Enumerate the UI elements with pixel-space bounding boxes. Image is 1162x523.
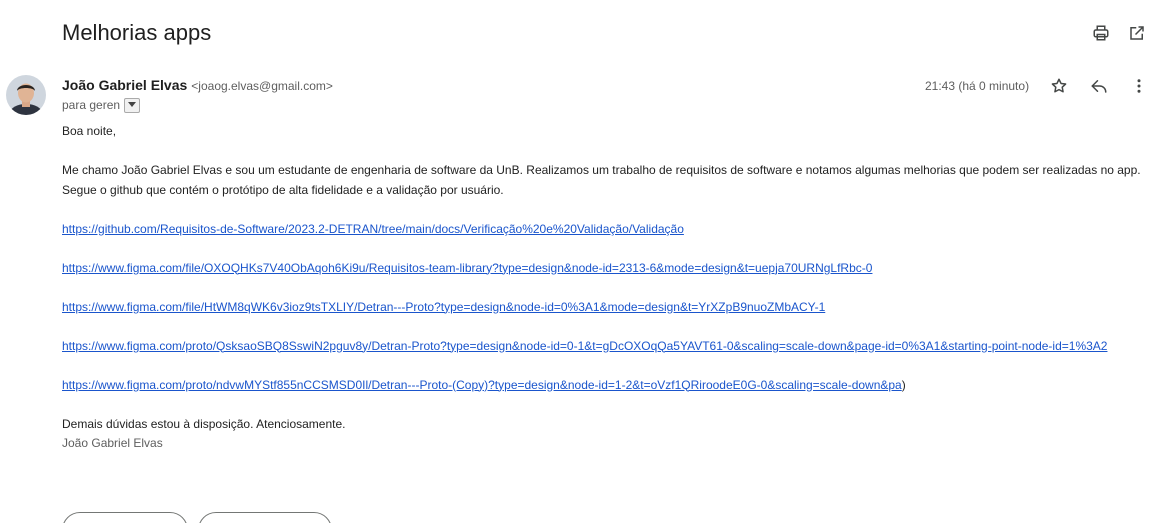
sender-name[interactable]: João Gabriel Elvas [62,77,187,93]
email-view: Melhorias apps João Gabriel Elvas <joaog… [0,0,1162,523]
sender-email: <joaog.elvas@gmail.com> [191,79,333,93]
link-figma-proto-copy[interactable]: https://www.figma.com/proto/ndvwMYStf855… [62,378,902,392]
recipient-line: para geren [62,97,141,113]
link-suffix: ) [901,377,906,392]
closing-text: Demais dúvidas estou à disposição. Atenc… [62,416,346,431]
link-paragraph: https://www.figma.com/file/OXOQHKs7V40Ob… [62,259,1142,279]
more-vertical-icon[interactable] [1128,75,1150,97]
print-icon[interactable] [1090,22,1112,44]
chevron-down-icon[interactable] [124,97,141,113]
reply-icon[interactable] [1088,75,1110,97]
email-body: Boa noite, Me chamo João Gabriel Elvas e… [62,122,1142,454]
link-paragraph: https://www.figma.com/file/HtWM8qWK6v3io… [62,298,1142,318]
reply-button[interactable] [62,512,188,523]
link-paragraph: https://www.figma.com/proto/ndvwMYStf855… [62,376,1142,396]
avatar[interactable] [6,75,46,115]
message-actions [1048,75,1150,97]
link-figma-proto[interactable]: https://www.figma.com/proto/QsksaoSBQ8Ss… [62,339,1107,353]
star-icon[interactable] [1048,75,1070,97]
link-figma-library[interactable]: https://www.figma.com/file/OXOQHKs7V40Ob… [62,261,872,275]
timestamp: 21:43 (há 0 minuto) [925,79,1030,93]
open-in-new-window-icon[interactable] [1126,22,1148,44]
link-github[interactable]: https://github.com/Requisitos-de-Softwar… [62,222,684,236]
forward-button[interactable] [198,512,332,523]
link-paragraph: https://www.figma.com/proto/QsksaoSBQ8Ss… [62,337,1142,357]
thread-actions [1090,22,1148,44]
link-paragraph: https://github.com/Requisitos-de-Softwar… [62,220,1142,240]
link-figma-file[interactable]: https://www.figma.com/file/HtWM8qWK6v3io… [62,300,825,314]
greeting: Boa noite, [62,124,117,138]
email-subject: Melhorias apps [62,20,212,45]
reply-buttons [62,512,332,523]
signature: João Gabriel Elvas [62,436,163,450]
recipient-label: para geren [62,98,121,112]
sender-line: João Gabriel Elvas <joaog.elvas@gmail.com… [62,76,333,95]
intro-paragraph: Me chamo João Gabriel Elvas e sou um est… [62,163,1141,197]
